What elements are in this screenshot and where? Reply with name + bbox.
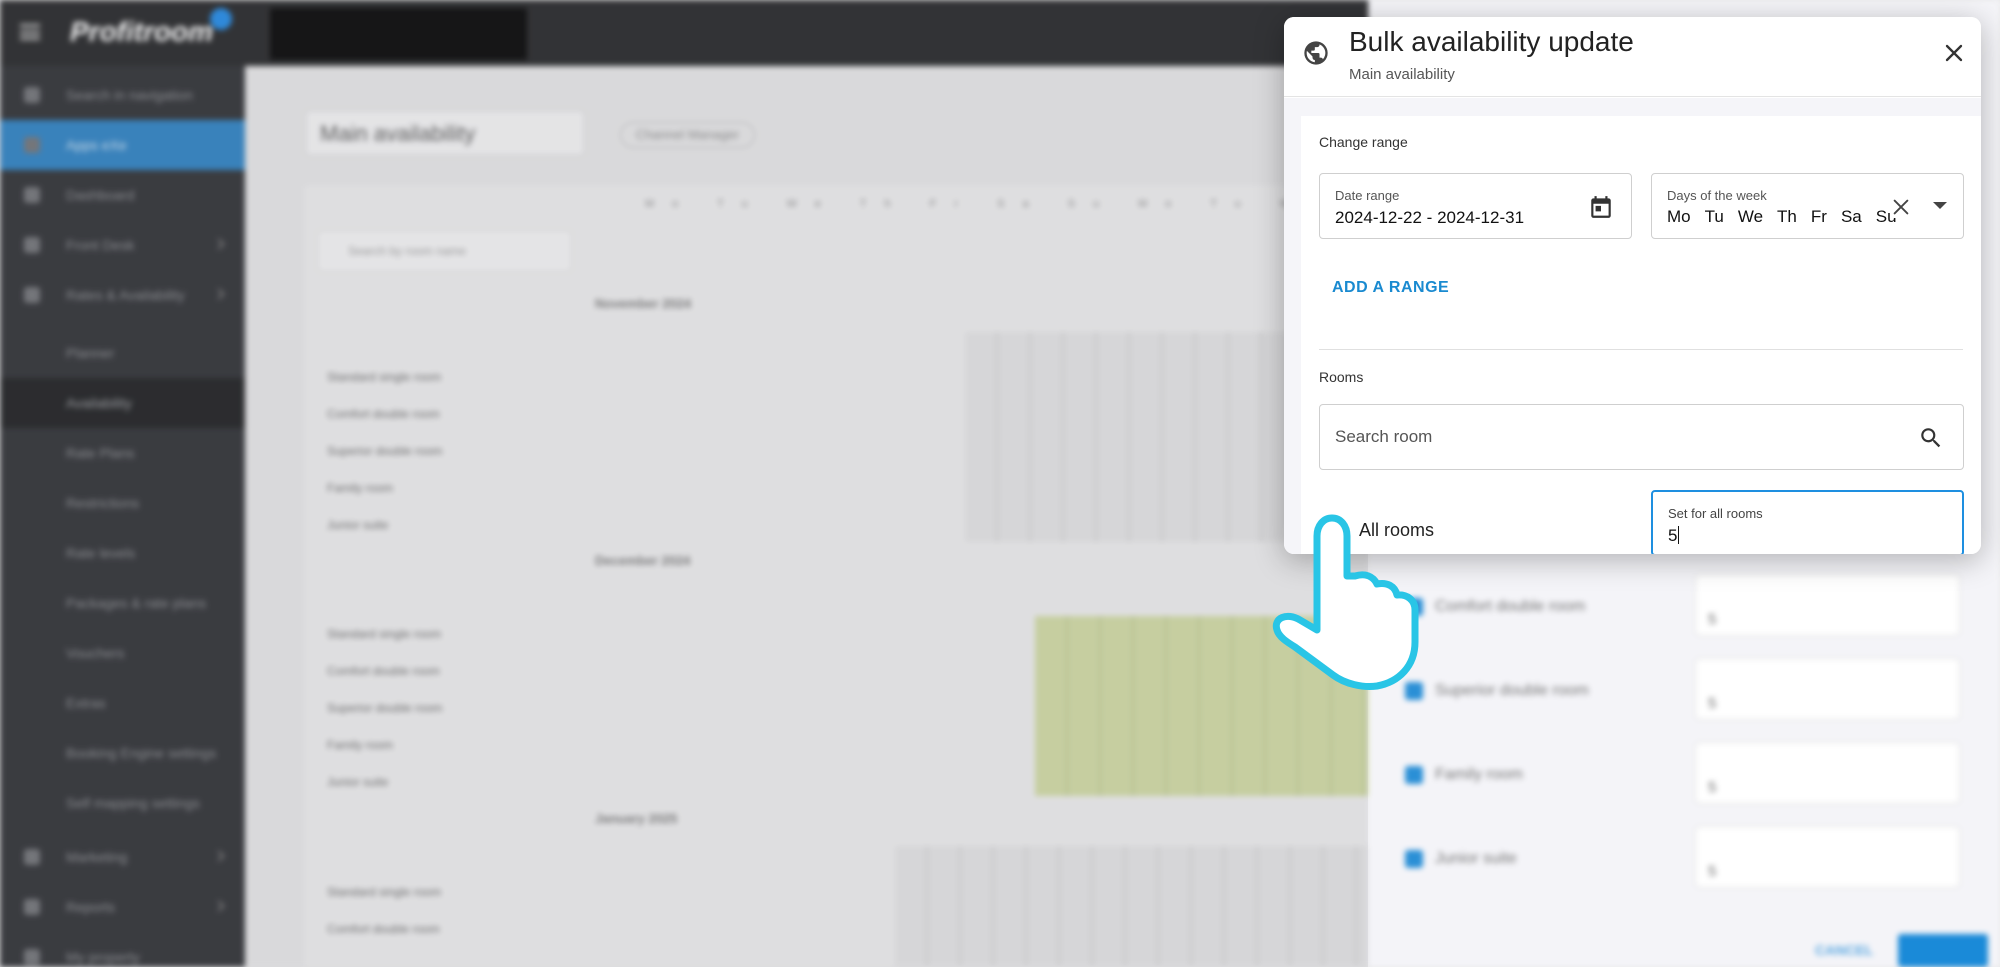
modal-scrim (0, 0, 1368, 967)
room-checkbox[interactable] (1405, 850, 1423, 868)
calendar-icon[interactable] (1588, 194, 1614, 220)
bulk-availability-dialog: Bulk availability update Main availabili… (1284, 17, 1981, 554)
date-range-label: Date range (1335, 188, 1400, 203)
rooms-label: Rooms (1319, 369, 1364, 385)
dialog-card: Change range Date range 2024-12-22 - 202… (1301, 116, 1981, 554)
cancel-button[interactable]: CANCEL (1815, 942, 1873, 958)
panel-room-row: Junior suite 5 (1405, 826, 1965, 890)
pointer-hand-icon (1272, 514, 1419, 690)
divider (1319, 349, 1963, 350)
date-range-field[interactable]: Date range 2024-12-22 - 2024-12-31 (1319, 173, 1632, 239)
dialog-body: Change range Date range 2024-12-22 - 202… (1284, 98, 1981, 554)
set-for-all-rooms-label: Set for all rooms (1668, 506, 1763, 521)
days-of-week-field[interactable]: Days of the week Mo Tu We Th Fr Sa Su (1651, 173, 1964, 239)
panel-room-row: Family room 5 (1405, 742, 1965, 806)
weekday-fr: Fr (1810, 207, 1827, 226)
panel-room-row: Comfort double room 5 (1405, 574, 1965, 638)
dialog-subtitle: Main availability (1349, 66, 1455, 83)
add-range-button[interactable]: ADD A RANGE (1332, 279, 1449, 297)
room-name: Junior suite (1435, 850, 1517, 867)
panel-room-row: Superior double room 5 (1405, 658, 1965, 722)
text-cursor (1678, 526, 1680, 544)
close-icon[interactable] (1940, 39, 1968, 67)
dialog-header: Bulk availability update Main availabili… (1284, 17, 1981, 97)
availability-input[interactable]: 5 (1695, 742, 1960, 804)
weekday-sa: Sa (1840, 207, 1862, 226)
date-range-value: 2024-12-22 - 2024-12-31 (1335, 208, 1525, 227)
room-name: Comfort double room (1435, 598, 1586, 615)
availability-input[interactable]: 5 (1695, 574, 1960, 636)
room-checkbox[interactable] (1405, 766, 1423, 784)
search-icon[interactable] (1918, 425, 1944, 451)
days-of-week-value: Mo Tu We Th Fr Sa Su (1667, 207, 1911, 227)
clear-icon[interactable] (1890, 196, 1912, 218)
weekday-th: Th (1777, 207, 1797, 226)
save-button[interactable] (1898, 934, 1988, 967)
weekday-mo: Mo (1667, 207, 1691, 226)
dropdown-caret-icon[interactable] (1933, 202, 1947, 209)
globe-icon (1304, 41, 1328, 65)
set-for-all-rooms-input[interactable]: 5 (1668, 526, 1680, 546)
availability-input[interactable]: 5 (1695, 826, 1960, 888)
weekday-we: We (1737, 207, 1764, 226)
change-range-label: Change range (1319, 134, 1408, 150)
search-room-input[interactable]: Search room (1335, 427, 1432, 447)
room-name: Family room (1435, 766, 1524, 783)
days-of-week-label: Days of the week (1667, 188, 1767, 203)
dialog-title: Bulk availability update (1349, 26, 1634, 57)
screen: Profitroom Search in navigation Apps eXe… (0, 0, 2000, 967)
room-name: Superior double room (1435, 682, 1589, 699)
weekday-tu: Tu (1704, 207, 1724, 226)
set-for-all-rooms-field[interactable]: Set for all rooms 5 (1651, 490, 1964, 554)
search-room-field[interactable]: Search room (1319, 404, 1964, 470)
availability-input[interactable]: 5 (1695, 658, 1960, 720)
